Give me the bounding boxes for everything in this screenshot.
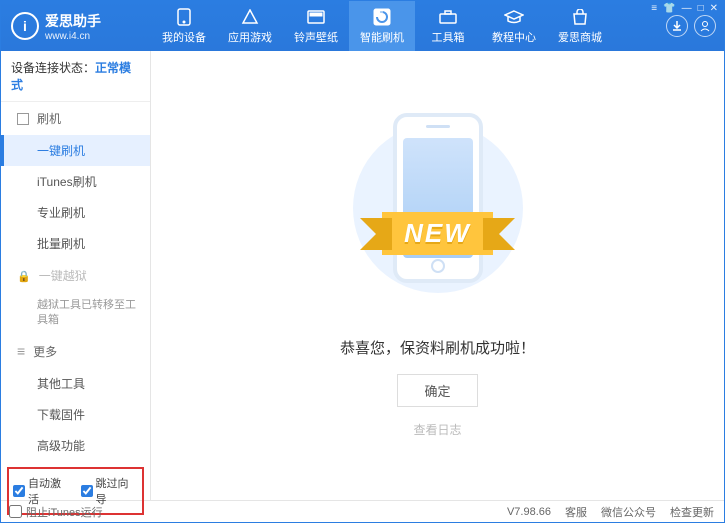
sidebar-item-oneclick-flash[interactable]: 一键刷机 xyxy=(1,135,150,166)
skin-icon[interactable]: 👕 xyxy=(663,3,675,14)
apps-icon xyxy=(240,8,260,26)
nav-toolbox[interactable]: 工具箱 xyxy=(415,1,481,51)
jailbreak-moved-note: 越狱工具已转移至工具箱 xyxy=(1,292,150,335)
wechat-link[interactable]: 微信公众号 xyxy=(601,504,656,520)
sidebar-item-pro-flash[interactable]: 专业刷机 xyxy=(1,197,150,228)
statusbar: 阻止iTunes运行 V7.98.66 客服 微信公众号 检查更新 xyxy=(1,500,724,522)
phone-icon xyxy=(174,8,194,26)
sidebar-item-other-tools[interactable]: 其他工具 xyxy=(1,368,150,399)
main-panel: NEW 恭喜您，保资料刷机成功啦！ 确定 查看日志 xyxy=(151,51,724,500)
bag-icon xyxy=(570,8,590,26)
sidebar-item-advanced[interactable]: 高级功能 xyxy=(1,430,150,461)
wallpaper-icon xyxy=(306,8,326,26)
nav-my-device[interactable]: 我的设备 xyxy=(151,1,217,51)
nav-apps-games[interactable]: 应用游戏 xyxy=(217,1,283,51)
view-log-link[interactable]: 查看日志 xyxy=(413,421,461,438)
content-area: 设备连接状态：正常模式 刷机 一键刷机 iTunes刷机 专业刷机 批量刷机 一… xyxy=(1,51,724,500)
success-message: 恭喜您，保资料刷机成功啦！ xyxy=(340,337,535,358)
download-icon[interactable] xyxy=(666,15,688,37)
sidebar-item-itunes-flash[interactable]: iTunes刷机 xyxy=(1,166,150,197)
section-jailbreak-head: 一键越狱 xyxy=(1,259,150,292)
maximize-button[interactable]: □ xyxy=(698,3,704,14)
section-jailbreak: 一键越狱 越狱工具已转移至工具箱 xyxy=(1,259,150,335)
checkbox-block-itunes[interactable]: 阻止iTunes运行 xyxy=(9,504,103,520)
close-button[interactable]: ✕ xyxy=(710,3,718,14)
nav-ringtone-wallpaper[interactable]: 铃声壁纸 xyxy=(283,1,349,51)
checkbox-skip-guide[interactable]: 跳过向导 xyxy=(81,475,139,507)
toolbox-icon xyxy=(438,8,458,26)
sidebar: 设备连接状态：正常模式 刷机 一键刷机 iTunes刷机 专业刷机 批量刷机 一… xyxy=(1,51,151,500)
checkbox-auto-activate[interactable]: 自动激活 xyxy=(13,475,71,507)
lock-icon xyxy=(17,269,31,283)
check-update-link[interactable]: 检查更新 xyxy=(670,504,714,520)
section-flash-head[interactable]: 刷机 xyxy=(1,102,150,135)
connection-status: 设备连接状态：正常模式 xyxy=(1,51,150,102)
sidebar-item-batch-flash[interactable]: 批量刷机 xyxy=(1,228,150,259)
brand-url: www.i4.cn xyxy=(45,31,101,42)
nav-smart-flash[interactable]: 智能刷机 xyxy=(349,1,415,51)
window-controls: ≡ 👕 — □ ✕ xyxy=(651,3,718,14)
brand-logo-icon: i xyxy=(11,12,39,40)
new-ribbon: NEW xyxy=(343,208,533,258)
titlebar: i 爱思助手 www.i4.cn 我的设备 应用游戏 铃声壁纸 智能刷机 xyxy=(1,1,724,51)
section-more-head[interactable]: 更多 xyxy=(1,335,150,368)
brand-name: 爱思助手 xyxy=(45,11,101,31)
nav-store[interactable]: 爱思商城 xyxy=(547,1,613,51)
graduation-icon xyxy=(504,8,524,26)
customer-service-link[interactable]: 客服 xyxy=(565,504,587,520)
ok-button[interactable]: 确定 xyxy=(397,374,477,407)
app-window: ≡ 👕 — □ ✕ i 爱思助手 www.i4.cn 我的设备 应用游戏 铃声 xyxy=(0,0,725,523)
brand: i 爱思助手 www.i4.cn xyxy=(1,1,151,51)
section-more: 更多 其他工具 下载固件 高级功能 xyxy=(1,335,150,461)
flash-section-icon xyxy=(17,113,29,125)
refresh-icon xyxy=(372,8,392,26)
sidebar-item-download-firmware[interactable]: 下载固件 xyxy=(1,399,150,430)
menu-icon[interactable]: ≡ xyxy=(651,3,657,14)
minimize-button[interactable]: — xyxy=(682,3,692,14)
phone-illustration: NEW xyxy=(353,113,523,323)
user-icon[interactable] xyxy=(694,15,716,37)
version-label: V7.98.66 xyxy=(507,506,551,518)
section-flash: 刷机 一键刷机 iTunes刷机 专业刷机 批量刷机 xyxy=(1,102,150,259)
nav-tutorials[interactable]: 教程中心 xyxy=(481,1,547,51)
more-section-icon xyxy=(17,343,25,359)
top-nav: 我的设备 应用游戏 铃声壁纸 智能刷机 工具箱 教程中心 xyxy=(151,1,666,51)
